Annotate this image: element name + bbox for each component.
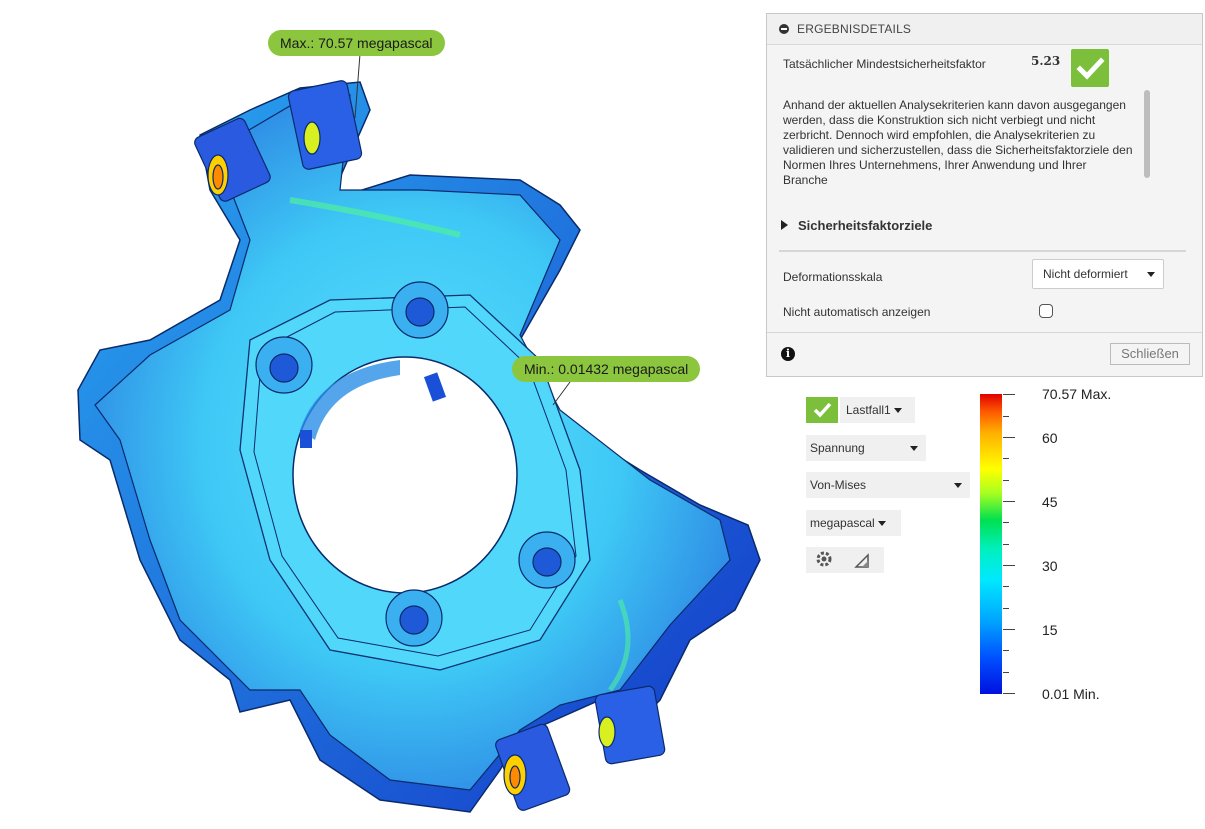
model-viewport[interactable]: Max.: 70.57 megapascal Min.: 0.01432 meg… bbox=[0, 0, 770, 824]
scale-tick bbox=[1003, 544, 1009, 545]
safety-factor-label: Tatsächlicher Mindestsicherheitsfaktor bbox=[783, 57, 986, 71]
stress-component-dropdown[interactable]: Von-Mises bbox=[806, 472, 970, 498]
divider bbox=[779, 250, 1186, 252]
result-description: Anhand der aktuellen Analysekriterien ka… bbox=[783, 98, 1133, 187]
stress-plot-model bbox=[77, 53, 761, 813]
scale-label-45: 45 bbox=[1042, 494, 1058, 510]
stress-component-value: Von-Mises bbox=[810, 478, 867, 492]
no-auto-show-checkbox[interactable] bbox=[1039, 304, 1053, 318]
collapse-icon[interactable] bbox=[779, 24, 789, 34]
safety-targets-expander[interactable]: Sicherheitsfaktorziele bbox=[781, 218, 932, 233]
scale-tick bbox=[1003, 437, 1015, 438]
loadcase-value: Lastfall1 bbox=[846, 403, 891, 417]
chevron-down-icon bbox=[910, 446, 918, 451]
description-scrollbar[interactable] bbox=[1144, 90, 1150, 178]
scale-tick bbox=[1003, 522, 1009, 523]
unit-dropdown[interactable]: megapascal bbox=[806, 510, 901, 536]
scale-tick bbox=[1003, 394, 1015, 395]
loadcase-check-icon[interactable] bbox=[806, 397, 838, 423]
max-stress-callout: Max.: 70.57 megapascal bbox=[268, 30, 445, 56]
stress-color-scale bbox=[980, 394, 1002, 694]
result-type-value: Spannung bbox=[810, 441, 865, 455]
safety-factor-value: 5.23 bbox=[1031, 54, 1061, 68]
chevron-down-icon bbox=[893, 408, 902, 414]
scale-tick bbox=[1003, 672, 1009, 673]
pass-check-icon bbox=[1071, 49, 1109, 87]
scale-tick bbox=[1003, 501, 1015, 502]
chevron-down-icon bbox=[954, 483, 962, 488]
scale-label-15: 15 bbox=[1042, 622, 1058, 638]
loadcase-dropdown[interactable]: Lastfall1 bbox=[840, 397, 915, 423]
chevron-down-icon bbox=[1147, 272, 1155, 277]
scale-tick bbox=[1003, 608, 1009, 609]
scale-tick bbox=[1003, 480, 1009, 481]
deformation-scale-select[interactable]: Nicht deformiert bbox=[1032, 259, 1164, 289]
scale-min-label: 0.01 Min. bbox=[1042, 686, 1100, 702]
scale-tick bbox=[1003, 650, 1009, 651]
scale-tick bbox=[1003, 693, 1015, 694]
panel-title: ERGEBNISDETAILS bbox=[797, 22, 912, 36]
scale-tick bbox=[1003, 565, 1015, 566]
legend-tools bbox=[806, 547, 884, 573]
probe-triangle-icon[interactable] bbox=[854, 552, 870, 578]
scale-tick bbox=[1003, 458, 1009, 459]
info-icon[interactable]: i bbox=[781, 347, 795, 361]
deformation-scale-label: Deformationsskala bbox=[783, 270, 883, 284]
chevron-down-icon bbox=[877, 521, 886, 527]
safety-targets-label: Sicherheitsfaktorziele bbox=[798, 218, 933, 233]
scale-max-label: 70.57 Max. bbox=[1042, 386, 1112, 402]
scale-tick bbox=[1003, 416, 1009, 417]
min-stress-callout: Min.: 0.01432 megapascal bbox=[512, 356, 701, 382]
scale-label-30: 30 bbox=[1042, 558, 1058, 574]
scale-tick bbox=[1003, 629, 1015, 630]
divider bbox=[767, 332, 1202, 333]
scale-label-60: 60 bbox=[1042, 430, 1058, 446]
results-details-panel: ERGEBNISDETAILS Tatsächlicher Mindestsic… bbox=[766, 13, 1203, 377]
close-button[interactable]: Schließen bbox=[1110, 343, 1190, 365]
scale-tick bbox=[1003, 586, 1009, 587]
no-auto-show-label: Nicht automatisch anzeigen bbox=[783, 305, 931, 319]
gear-icon[interactable] bbox=[814, 549, 834, 578]
min-leader-line bbox=[552, 381, 571, 406]
expand-triangle-icon bbox=[781, 220, 788, 230]
result-type-dropdown[interactable]: Spannung bbox=[806, 435, 926, 461]
panel-header[interactable]: ERGEBNISDETAILS bbox=[767, 14, 1202, 45]
deformation-scale-value: Nicht deformiert bbox=[1043, 267, 1128, 281]
unit-value: megapascal bbox=[810, 516, 875, 530]
